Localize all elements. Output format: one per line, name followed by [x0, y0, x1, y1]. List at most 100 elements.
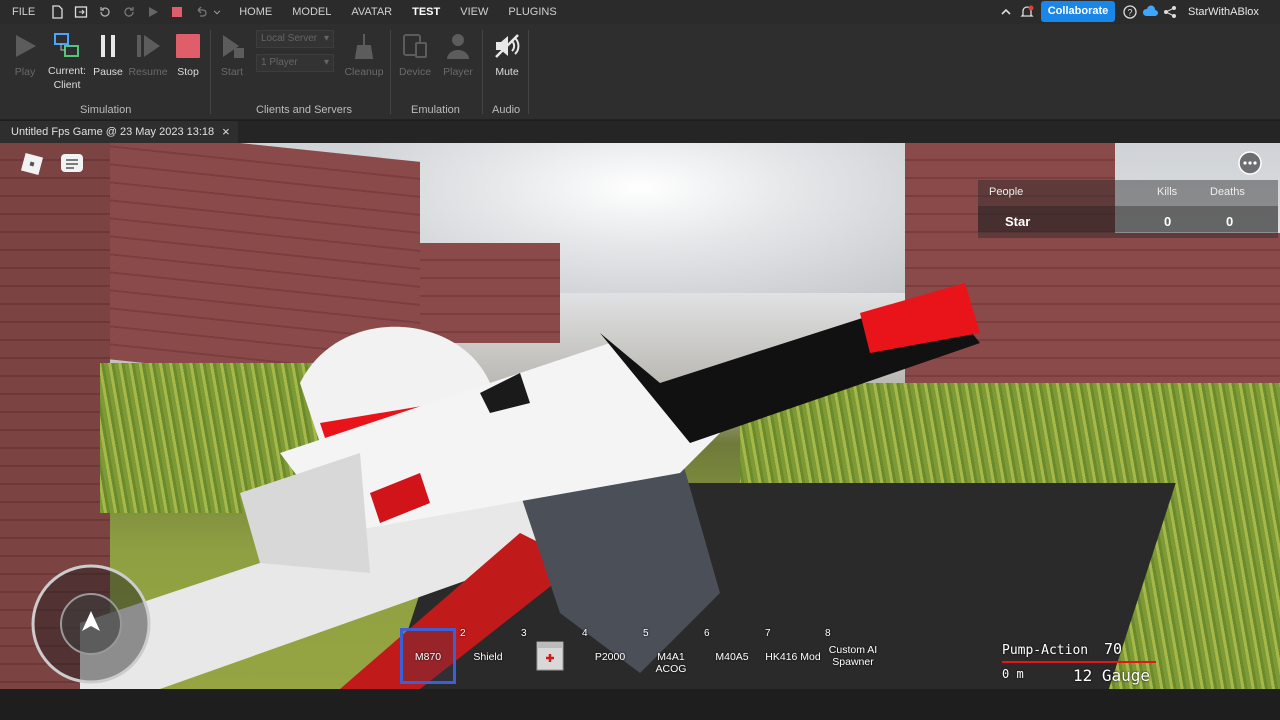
- stop-quick-icon[interactable]: [170, 5, 184, 19]
- play-icon: [16, 35, 36, 57]
- server-type-value: Local Server: [261, 33, 318, 44]
- hotbar-slot-label: Custom AI Spawner: [828, 644, 878, 668]
- tab-model[interactable]: MODEL: [282, 0, 341, 24]
- movement-joystick[interactable]: [30, 563, 152, 685]
- hotbar-slot-label: Shield: [473, 651, 503, 663]
- hotbar-slot-8[interactable]: 8 Custom AI Spawner: [825, 628, 881, 684]
- emulation-group-label: Emulation: [411, 104, 460, 116]
- hotbar-slot-4[interactable]: 4 P2000: [582, 628, 638, 684]
- hotbar-slot-7[interactable]: 7 HK416 Mod: [765, 628, 821, 684]
- range-readout: 0 m: [1002, 667, 1024, 681]
- cleanup-label: Cleanup: [344, 66, 384, 78]
- collaborate-button[interactable]: Collaborate: [1041, 1, 1115, 22]
- audio-group-label: Audio: [492, 104, 521, 116]
- hotbar-slot-2[interactable]: 2 Shield: [460, 628, 516, 684]
- tab-plugins[interactable]: PLUGINS: [498, 0, 566, 24]
- leaderboard-header-people: People: [989, 186, 1024, 198]
- stop-button[interactable]: Stop: [166, 32, 210, 78]
- redo-icon[interactable]: [122, 5, 136, 19]
- hotbar-slot-6[interactable]: 6 M40A5: [704, 628, 760, 684]
- open-file-icon[interactable]: [74, 5, 88, 19]
- share-icon[interactable]: [1163, 5, 1177, 19]
- weapon-hud-divider: [1002, 661, 1156, 663]
- hotbar-slot-5[interactable]: 5 M4A1 ACOG: [643, 628, 699, 684]
- current-client-button[interactable]: Current: Client: [44, 32, 90, 92]
- leaderboard-header-kills: Kills: [1157, 186, 1178, 198]
- start-server-icon: [223, 35, 244, 58]
- player-count-value: 1 Player: [261, 57, 298, 68]
- fire-mode-label: Pump-Action: [1002, 643, 1089, 658]
- start-label: Start: [220, 66, 244, 78]
- mute-button[interactable]: Mute: [485, 32, 529, 78]
- document-tab-title: Untitled Fps Game @ 23 May 2023 13:18: [11, 126, 215, 138]
- help-icon[interactable]: ?: [1123, 5, 1137, 19]
- client-server-toggle-icon: [54, 33, 79, 57]
- cleanup-button[interactable]: Cleanup: [342, 32, 386, 78]
- ribbon-divider: [482, 30, 483, 114]
- roblox-menu-icon[interactable]: [18, 150, 46, 178]
- tab-test[interactable]: TEST: [402, 0, 450, 24]
- hotbar-slot-label: M870: [414, 651, 442, 663]
- undo-history-icon[interactable]: [98, 5, 112, 19]
- resume-button[interactable]: Resume: [126, 32, 170, 78]
- tab-home[interactable]: HOME: [229, 0, 282, 24]
- mute-speaker-icon: [495, 34, 520, 58]
- pause-button[interactable]: Pause: [86, 32, 130, 78]
- chevron-down-icon: ▾: [323, 57, 329, 68]
- cloud-icon[interactable]: [1142, 5, 1158, 19]
- tab-view[interactable]: VIEW: [450, 0, 498, 24]
- simulation-group-label: Simulation: [80, 104, 132, 116]
- hotbar-slot-3[interactable]: 3: [521, 628, 577, 684]
- hotbar-slot-label: M40A5: [715, 651, 749, 663]
- undo-icon[interactable]: [194, 5, 208, 19]
- new-file-icon[interactable]: [50, 5, 64, 19]
- player-icon: [447, 34, 469, 59]
- device-label: Device: [398, 66, 432, 78]
- status-bar: [0, 689, 1280, 720]
- hotbar-slot-number: 3: [521, 628, 527, 639]
- quick-access-dropdown-icon[interactable]: [213, 5, 221, 19]
- player-button[interactable]: Player: [436, 32, 480, 78]
- ammo-count: 70: [1104, 640, 1123, 658]
- hotbar-slot-number: 4: [582, 628, 588, 639]
- document-tab[interactable]: Untitled Fps Game @ 23 May 2023 13:18 ×: [0, 121, 238, 143]
- leaderboard-header-deaths: Deaths: [1210, 186, 1245, 198]
- tab-avatar[interactable]: AVATAR: [341, 0, 402, 24]
- chat-icon[interactable]: [58, 150, 86, 178]
- more-options-icon[interactable]: [1236, 149, 1264, 177]
- hotbar-slot-number: 6: [704, 628, 710, 639]
- resume-label: Resume: [128, 66, 168, 78]
- username-label[interactable]: StarWithABlox: [1188, 6, 1259, 18]
- svg-text:?: ?: [1128, 8, 1133, 18]
- start-button[interactable]: Start: [210, 32, 254, 78]
- play-quick-icon[interactable]: [146, 5, 160, 19]
- hotbar-slot-number: 5: [643, 628, 649, 639]
- hotbar-slot-1[interactable]: M870: [400, 628, 456, 684]
- current-client-label: Current: Client: [48, 65, 86, 91]
- clients-servers-group-label: Clients and Servers: [256, 104, 352, 116]
- chevron-down-icon: ▾: [323, 33, 329, 44]
- caliber-label: 12 Gauge: [1073, 666, 1151, 685]
- resume-icon: [137, 35, 160, 57]
- leaderboard: People Kills Deaths Star 0 0: [978, 180, 1278, 238]
- play-label: Play: [14, 66, 36, 78]
- play-button[interactable]: Play: [3, 32, 47, 78]
- device-button[interactable]: Device: [393, 32, 437, 78]
- mute-label: Mute: [495, 66, 519, 78]
- ribbon-toolbar: Play Current: Client Pause Resume Stop S…: [0, 24, 1280, 120]
- brick-wall-back: [960, 233, 1280, 383]
- collapse-ribbon-icon[interactable]: [1000, 6, 1012, 18]
- hotbar-slot-number: 2: [460, 628, 466, 639]
- server-type-select[interactable]: Local Server ▾: [256, 30, 334, 48]
- hotbar-slot-label: P2000: [594, 651, 626, 663]
- leaderboard-row[interactable]: Star 0 0: [978, 206, 1278, 232]
- notifications-bell-icon[interactable]: [1019, 4, 1035, 20]
- pause-label: Pause: [93, 66, 123, 78]
- file-menu[interactable]: FILE: [2, 0, 45, 24]
- medkit-icon: [536, 641, 564, 671]
- player-deaths: 0: [1226, 214, 1234, 229]
- ribbon-divider: [390, 30, 391, 114]
- close-tab-icon[interactable]: ×: [222, 121, 230, 143]
- player-count-select[interactable]: 1 Player ▾: [256, 54, 334, 72]
- hotbar-slot-number: 8: [825, 628, 831, 639]
